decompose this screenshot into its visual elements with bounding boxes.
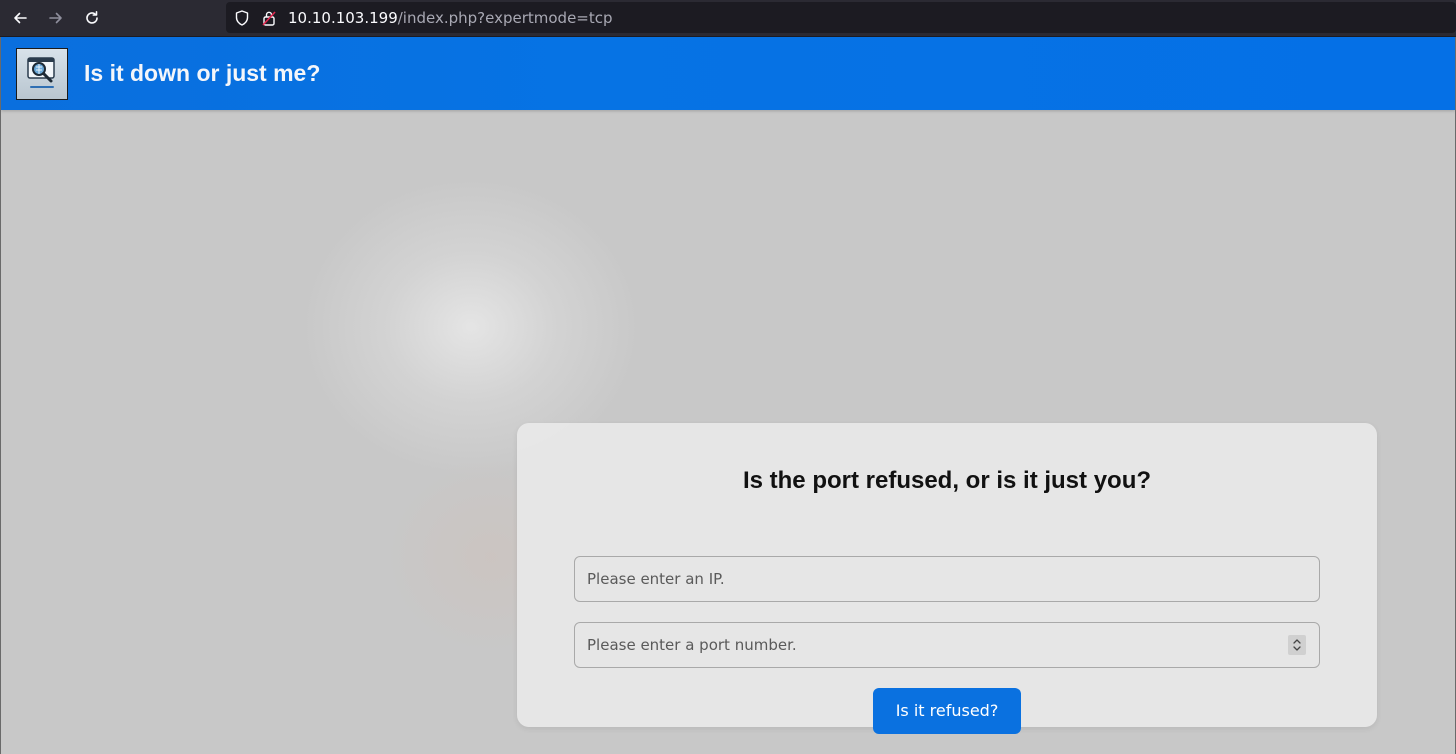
stepper-up-icon[interactable] <box>1293 639 1301 644</box>
port-input[interactable] <box>574 622 1320 668</box>
shield-icon[interactable] <box>233 9 251 27</box>
ip-input[interactable] <box>574 556 1320 602</box>
forward-arrow-icon[interactable] <box>43 5 69 31</box>
back-arrow-icon[interactable] <box>7 5 33 31</box>
page-title: Is it down or just me? <box>84 60 321 86</box>
port-check-card: Is the port refused, or is it just you? … <box>517 423 1377 734</box>
browser-toolbar: 10.10.103.199/index.php?expertmode=tcp <box>0 0 1456 37</box>
form-heading: Is the port refused, or is it just you? <box>742 467 1152 494</box>
url-bar[interactable]: 10.10.103.199/index.php?expertmode=tcp <box>226 2 1456 33</box>
url-path: /index.php?expertmode=tcp <box>397 9 613 27</box>
stepper-down-icon[interactable] <box>1293 646 1301 651</box>
url-host: 10.10.103.199 <box>288 9 398 27</box>
page-content: Is it down or just me? Is the port refus… <box>0 37 1456 754</box>
url-text[interactable]: 10.10.103.199/index.php?expertmode=tcp <box>288 9 613 27</box>
reload-icon[interactable] <box>79 5 105 31</box>
magnifier-monitor-icon[interactable] <box>16 48 68 100</box>
site-header: Is it down or just me? <box>1 37 1455 110</box>
submit-button[interactable]: Is it refused? <box>873 688 1021 734</box>
port-stepper[interactable] <box>1288 635 1306 655</box>
lock-icon[interactable] <box>260 9 278 27</box>
